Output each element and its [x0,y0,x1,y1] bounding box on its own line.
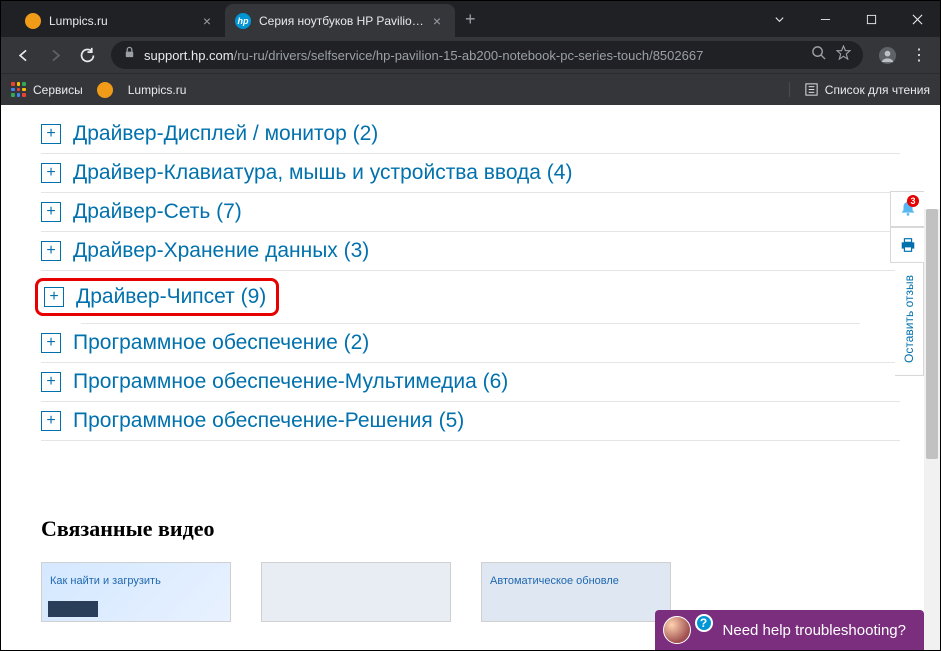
drivers-list: + Драйвер-Дисплей / монитор (2) + Драйве… [41,115,900,441]
driver-solutions[interactable]: + Программное обеспечение-Решения (5) [41,402,900,441]
apps-grid-icon [11,82,26,97]
driver-keyboard[interactable]: + Драйвер-Клавиатура, мышь и устройства … [41,154,900,193]
question-icon: ? [695,614,713,632]
expand-icon[interactable]: + [41,372,61,392]
printer-icon [899,236,917,254]
favicon-lumpics [97,82,113,98]
expand-icon[interactable]: + [41,124,61,144]
bookmark-lumpics[interactable]: Lumpics.ru [97,82,187,98]
agent-avatar-icon [663,616,691,644]
close-icon[interactable]: × [429,13,445,29]
driver-label: Программное обеспечение-Решения (5) [73,409,464,433]
driver-label: Драйвер-Дисплей / монитор (2) [73,122,378,146]
tab-strip: Lumpics.ru × hp Серия ноутбуков HP Pavil… [1,1,756,37]
expand-icon[interactable]: + [41,202,61,222]
new-tab-button[interactable]: + [455,9,486,30]
driver-label: Драйвер-Клавиатура, мышь и устройства вв… [73,161,572,185]
page-content: + Драйвер-Дисплей / монитор (2) + Драйве… [1,105,940,650]
driver-label: Программное обеспечение (2) [73,331,369,355]
feedback-button[interactable]: Оставить отзыв [895,262,924,376]
right-widgets: 3 Оставить отзыв [890,191,924,376]
forward-button[interactable] [41,41,69,69]
url-text: support.hp.com/ru-ru/drivers/selfservice… [144,48,811,63]
menu-button[interactable]: ⋮ [905,45,932,65]
maximize-button[interactable] [848,1,894,37]
back-button[interactable] [9,41,37,69]
video-card[interactable] [261,562,451,622]
video-card[interactable]: Как найти и загрузить [41,562,231,622]
driver-network[interactable]: + Драйвер-Сеть (7) [41,193,900,232]
expand-icon[interactable]: + [41,411,61,431]
driver-multimedia[interactable]: + Программное обеспечение-Мультимедиа (6… [41,363,900,402]
driver-storage[interactable]: + Драйвер-Хранение данных (3) [41,232,900,271]
tab-title: Lumpics.ru [49,14,195,28]
video-title: Как найти и загрузить [50,575,161,587]
browser-titlebar: Lumpics.ru × hp Серия ноутбуков HP Pavil… [1,1,940,37]
profile-button[interactable] [873,41,901,69]
related-videos-heading: Связанные видео [41,516,900,542]
lock-icon[interactable] [123,46,136,64]
expand-icon[interactable]: + [41,241,61,261]
driver-display[interactable]: + Драйвер-Дисплей / монитор (2) [41,115,900,154]
address-bar[interactable]: support.hp.com/ru-ru/drivers/selfservice… [111,41,863,69]
search-icon[interactable] [811,45,826,65]
omnibox-actions [811,45,851,65]
expand-icon[interactable]: + [41,333,61,353]
reload-button[interactable] [73,41,101,69]
minimize-button[interactable] [802,1,848,37]
reading-list-button[interactable]: Список для чтения [789,82,930,97]
driver-label: Драйвер-Чипсет (9) [76,285,266,309]
notification-badge: 3 [907,195,919,207]
reading-list-label: Список для чтения [825,83,930,97]
favicon-hp: hp [235,13,251,29]
print-button[interactable] [890,227,924,263]
driver-label: Драйвер-Сеть (7) [73,200,242,224]
driver-label: Драйвер-Хранение данных (3) [73,239,369,263]
driver-software[interactable]: + Программное обеспечение (2) [41,324,900,363]
tab-lumpics[interactable]: Lumpics.ru × [15,4,225,37]
star-icon[interactable] [836,45,851,65]
driver-label: Программное обеспечение-Мультимедиа (6) [73,370,508,394]
apps-label: Сервисы [33,83,83,97]
driver-chipset[interactable]: + Драйвер-Чипсет (9) [41,271,900,323]
close-icon[interactable]: × [199,13,215,29]
tab-title: Серия ноутбуков HP Pavilion 15 [259,14,425,28]
vertical-scrollbar[interactable] [924,209,940,650]
browser-toolbar: support.hp.com/ru-ru/drivers/selfservice… [1,37,940,73]
highlight-marker: + Драйвер-Чипсет (9) [35,278,279,316]
help-banner-text: Need help troubleshooting? [723,622,906,639]
scroll-thumb[interactable] [926,209,938,459]
window-controls [756,1,940,37]
window-caret-icon[interactable] [756,1,802,37]
expand-icon[interactable]: + [44,287,64,307]
video-card[interactable]: Автоматическое обновле [481,562,671,622]
bookmarks-bar: Сервисы Lumpics.ru Список для чтения [1,73,940,105]
favicon-lumpics [25,13,41,29]
close-window-button[interactable] [894,1,940,37]
bookmark-label: Lumpics.ru [128,83,187,97]
video-title: Автоматическое обновле [490,575,619,587]
help-banner[interactable]: ? Need help troubleshooting? [655,610,924,650]
apps-button[interactable]: Сервисы [11,82,83,97]
notifications-button[interactable]: 3 [890,191,924,227]
reading-list-icon [804,82,819,97]
expand-icon[interactable]: + [41,163,61,183]
tab-hp-support[interactable]: hp Серия ноутбуков HP Pavilion 15 × [225,4,455,37]
